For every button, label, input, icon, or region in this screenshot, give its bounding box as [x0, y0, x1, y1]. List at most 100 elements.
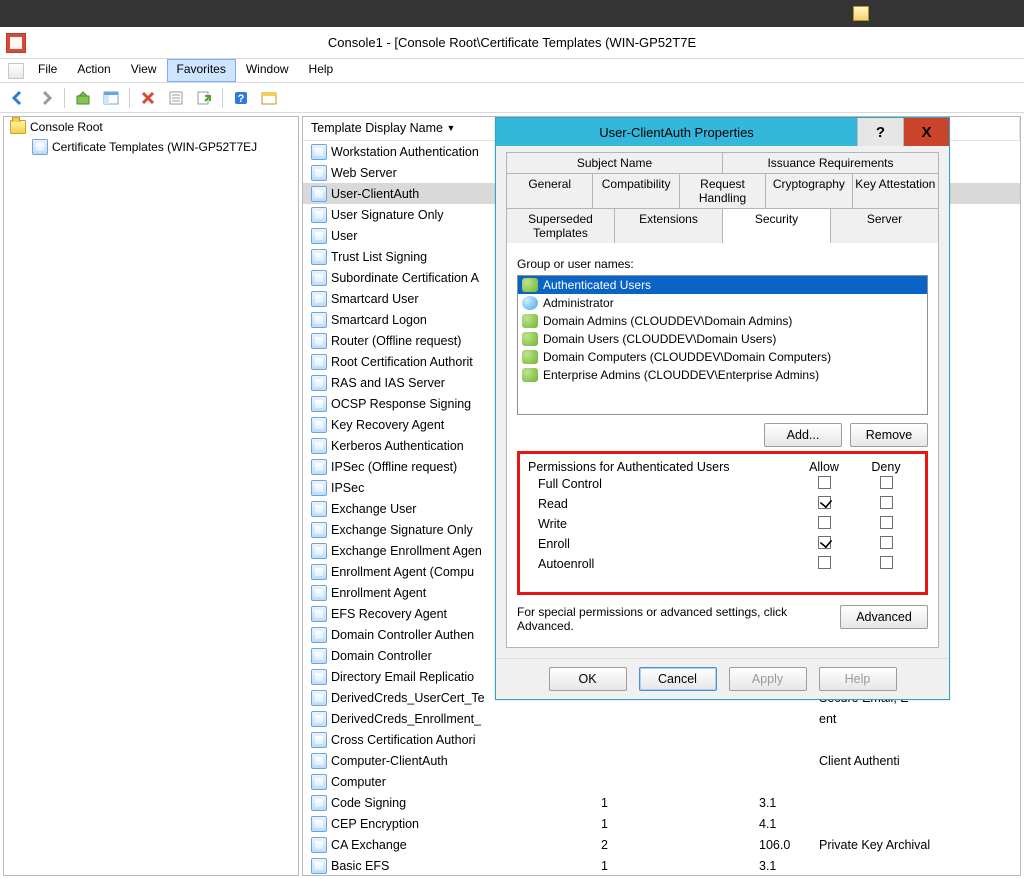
list-row[interactable]: DerivedCreds_Enrollment_ent — [303, 708, 1020, 729]
remove-button[interactable]: Remove — [850, 423, 928, 447]
list-row[interactable]: CA Exchange2106.0Private Key Archival — [303, 834, 1020, 855]
show-hide-tree-button[interactable] — [99, 86, 123, 110]
permissions-box: Permissions for Authenticated Users Allo… — [517, 451, 928, 595]
permission-label: Enroll — [528, 537, 793, 551]
menu-file[interactable]: File — [28, 59, 67, 82]
list-row[interactable]: Basic EFS13.1 — [303, 855, 1020, 876]
help-button[interactable]: ? — [229, 86, 253, 110]
window-title: Console1 - [Console Root\Certificate Tem… — [0, 35, 1024, 50]
intended-purposes: ent — [811, 712, 1020, 726]
properties-button[interactable] — [164, 86, 188, 110]
deny-checkbox[interactable] — [880, 476, 893, 489]
system-menu-icon[interactable] — [4, 59, 28, 82]
back-button[interactable] — [6, 86, 30, 110]
allow-checkbox[interactable] — [818, 496, 831, 509]
template-icon — [311, 354, 327, 370]
advanced-button[interactable]: Advanced — [840, 605, 928, 629]
principal-label: Authenticated Users — [543, 278, 651, 292]
principal-label: Domain Computers (CLOUDDEV\Domain Comput… — [543, 350, 831, 364]
permission-label: Write — [528, 517, 793, 531]
up-button[interactable] — [71, 86, 95, 110]
perm-col-allow: Allow — [793, 460, 855, 474]
tab-issuance-requirements[interactable]: Issuance Requirements — [723, 152, 939, 173]
template-name: RAS and IAS Server — [331, 376, 445, 390]
allow-checkbox[interactable] — [818, 476, 831, 489]
add-button[interactable]: Add... — [764, 423, 842, 447]
ok-button[interactable]: OK — [549, 667, 627, 691]
template-name: Router (Offline request) — [331, 334, 461, 348]
deny-checkbox[interactable] — [880, 516, 893, 529]
tab-compatibility[interactable]: Compatibility — [593, 173, 679, 208]
cancel-button[interactable]: Cancel — [639, 667, 717, 691]
dialog-close-button[interactable]: X — [903, 118, 949, 146]
tab-general[interactable]: General — [506, 173, 593, 208]
allow-checkbox[interactable] — [818, 536, 831, 549]
list-row[interactable]: CEP Encryption14.1 — [303, 813, 1020, 834]
menu-view[interactable]: View — [121, 59, 167, 82]
tab-request-handling[interactable]: Request Handling — [680, 173, 766, 208]
principal-row[interactable]: Administrator — [518, 294, 927, 312]
deny-checkbox[interactable] — [880, 536, 893, 549]
template-icon — [311, 186, 327, 202]
list-row[interactable]: Cross Certification Authori — [303, 729, 1020, 750]
dialog-help-button[interactable]: ? — [857, 118, 903, 146]
toolbar: ? — [0, 83, 1024, 113]
tab-server[interactable]: Server — [831, 208, 939, 243]
apply-button[interactable]: Apply — [729, 667, 807, 691]
allow-checkbox[interactable] — [818, 516, 831, 529]
menu-window[interactable]: Window — [236, 59, 299, 82]
folder-icon — [10, 120, 26, 134]
tab-cryptography[interactable]: Cryptography — [766, 173, 852, 208]
principal-row[interactable]: Domain Admins (CLOUDDEV\Domain Admins) — [518, 312, 927, 330]
tree-child-row[interactable]: Certificate Templates (WIN-GP52T7EJ — [4, 137, 298, 157]
permission-label: Autoenroll — [528, 557, 793, 571]
tree-pane[interactable]: Console Root Certificate Templates (WIN-… — [3, 116, 299, 876]
tab-security[interactable]: Security — [723, 208, 831, 243]
template-icon — [311, 795, 327, 811]
template-icon — [311, 291, 327, 307]
list-row[interactable]: Code Signing13.1 — [303, 792, 1020, 813]
principal-row[interactable]: Domain Users (CLOUDDEV\Domain Users) — [518, 330, 927, 348]
template-name: Exchange User — [331, 502, 416, 516]
new-window-button[interactable] — [257, 86, 281, 110]
delete-button[interactable] — [136, 86, 160, 110]
group-names-label: Group or user names: — [517, 257, 928, 271]
tab-extensions[interactable]: Extensions — [615, 208, 723, 243]
deny-checkbox[interactable] — [880, 496, 893, 509]
template-name: Basic EFS — [331, 859, 389, 873]
template-name: Smartcard Logon — [331, 313, 427, 327]
dialog-help-footer-button[interactable]: Help — [819, 667, 897, 691]
tab-subject-name[interactable]: Subject Name — [506, 152, 723, 173]
menu-favorites[interactable]: Favorites — [167, 59, 236, 82]
template-name: Smartcard User — [331, 292, 419, 306]
template-icon — [311, 144, 327, 160]
forward-button[interactable] — [34, 86, 58, 110]
list-row[interactable]: Computer — [303, 771, 1020, 792]
version: 4.1 — [751, 817, 811, 831]
allow-checkbox[interactable] — [818, 556, 831, 569]
principals-list[interactable]: Authenticated Users AdministratorDomain A… — [517, 275, 928, 415]
principal-row[interactable]: Authenticated Users — [518, 276, 927, 294]
desktop-peek — [0, 0, 1024, 27]
principal-row[interactable]: Enterprise Admins (CLOUDDEV\Enterprise A… — [518, 366, 927, 384]
menu-help[interactable]: Help — [299, 59, 344, 82]
principal-row[interactable]: Domain Computers (CLOUDDEV\Domain Comput… — [518, 348, 927, 366]
template-icon — [311, 753, 327, 769]
template-name: IPSec (Offline request) — [331, 460, 457, 474]
tab-superseded[interactable]: Superseded Templates — [506, 208, 615, 243]
deny-checkbox[interactable] — [880, 556, 893, 569]
template-name: Exchange Enrollment Agen — [331, 544, 482, 558]
group-icon — [522, 278, 538, 292]
template-icon — [311, 396, 327, 412]
list-pane[interactable]: Template Display Name ▼ Schema Version V… — [302, 116, 1021, 876]
tab-key-attestation[interactable]: Key Attestation — [853, 173, 939, 208]
schema-version: 1 — [593, 859, 751, 873]
intended-purposes: Client Authenti — [811, 754, 1020, 768]
dialog-title-bar[interactable]: User-ClientAuth Properties ? X — [496, 118, 949, 146]
tree-root-row[interactable]: Console Root — [4, 117, 298, 137]
template-name: CA Exchange — [331, 838, 407, 852]
menu-action[interactable]: Action — [67, 59, 120, 82]
menu-bar[interactable]: File Action View Favorites Window Help — [0, 59, 1024, 83]
list-row[interactable]: Computer-ClientAuthClient Authenti — [303, 750, 1020, 771]
export-button[interactable] — [192, 86, 216, 110]
